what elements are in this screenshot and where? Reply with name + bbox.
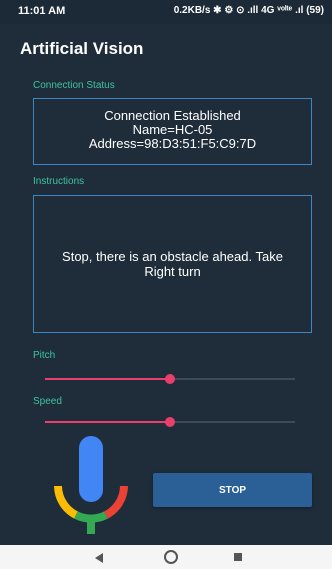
pitch-label: Pitch <box>33 350 56 361</box>
stop-button[interactable]: STOP <box>153 473 312 507</box>
home-icon[interactable] <box>164 550 178 564</box>
connection-status-box: Connection Established Name=HC-05 Addres… <box>33 98 312 165</box>
connection-line-1: Connection Established <box>104 108 241 123</box>
instructions-label: Instructions <box>33 176 85 187</box>
speed-slider-thumb[interactable] <box>165 417 175 427</box>
connection-status-label: Connection Status <box>33 80 115 91</box>
speed-slider-active-track <box>45 421 170 423</box>
status-time: 11:01 AM <box>18 5 66 17</box>
back-icon[interactable] <box>95 553 103 563</box>
pitch-slider-track <box>170 378 295 380</box>
pitch-slider[interactable] <box>45 371 295 387</box>
status-bar: 11:01 AM 0.2KB/s ✱ ⚙ ⊙ .ıll 4G ᵛᵒˡᵗᵉ .ıl… <box>0 0 332 24</box>
app-title: Artificial Vision <box>20 39 144 58</box>
instructions-text: Stop, there is an obstacle ahead. Take R… <box>62 249 283 279</box>
speed-slider[interactable] <box>45 414 295 430</box>
instructions-box: Stop, there is an obstacle ahead. Take R… <box>33 195 312 333</box>
recent-apps-icon[interactable] <box>234 553 242 561</box>
connection-line-2: Name=HC-05 <box>132 122 213 137</box>
status-indicators: 0.2KB/s ✱ ⚙ ⊙ .ıll 4G ᵛᵒˡᵗᵉ .ıl (59) <box>173 5 324 16</box>
navigation-bar <box>0 545 332 569</box>
pitch-slider-active-track <box>45 378 170 380</box>
pitch-slider-thumb[interactable] <box>165 374 175 384</box>
app-bar: Artificial Vision <box>0 24 332 74</box>
microphone-icon[interactable] <box>52 436 130 536</box>
speed-label: Speed <box>33 396 62 407</box>
connection-line-3: Address=98:D3:51:F5:C9:7D <box>88 136 257 151</box>
speed-slider-track <box>170 421 295 423</box>
